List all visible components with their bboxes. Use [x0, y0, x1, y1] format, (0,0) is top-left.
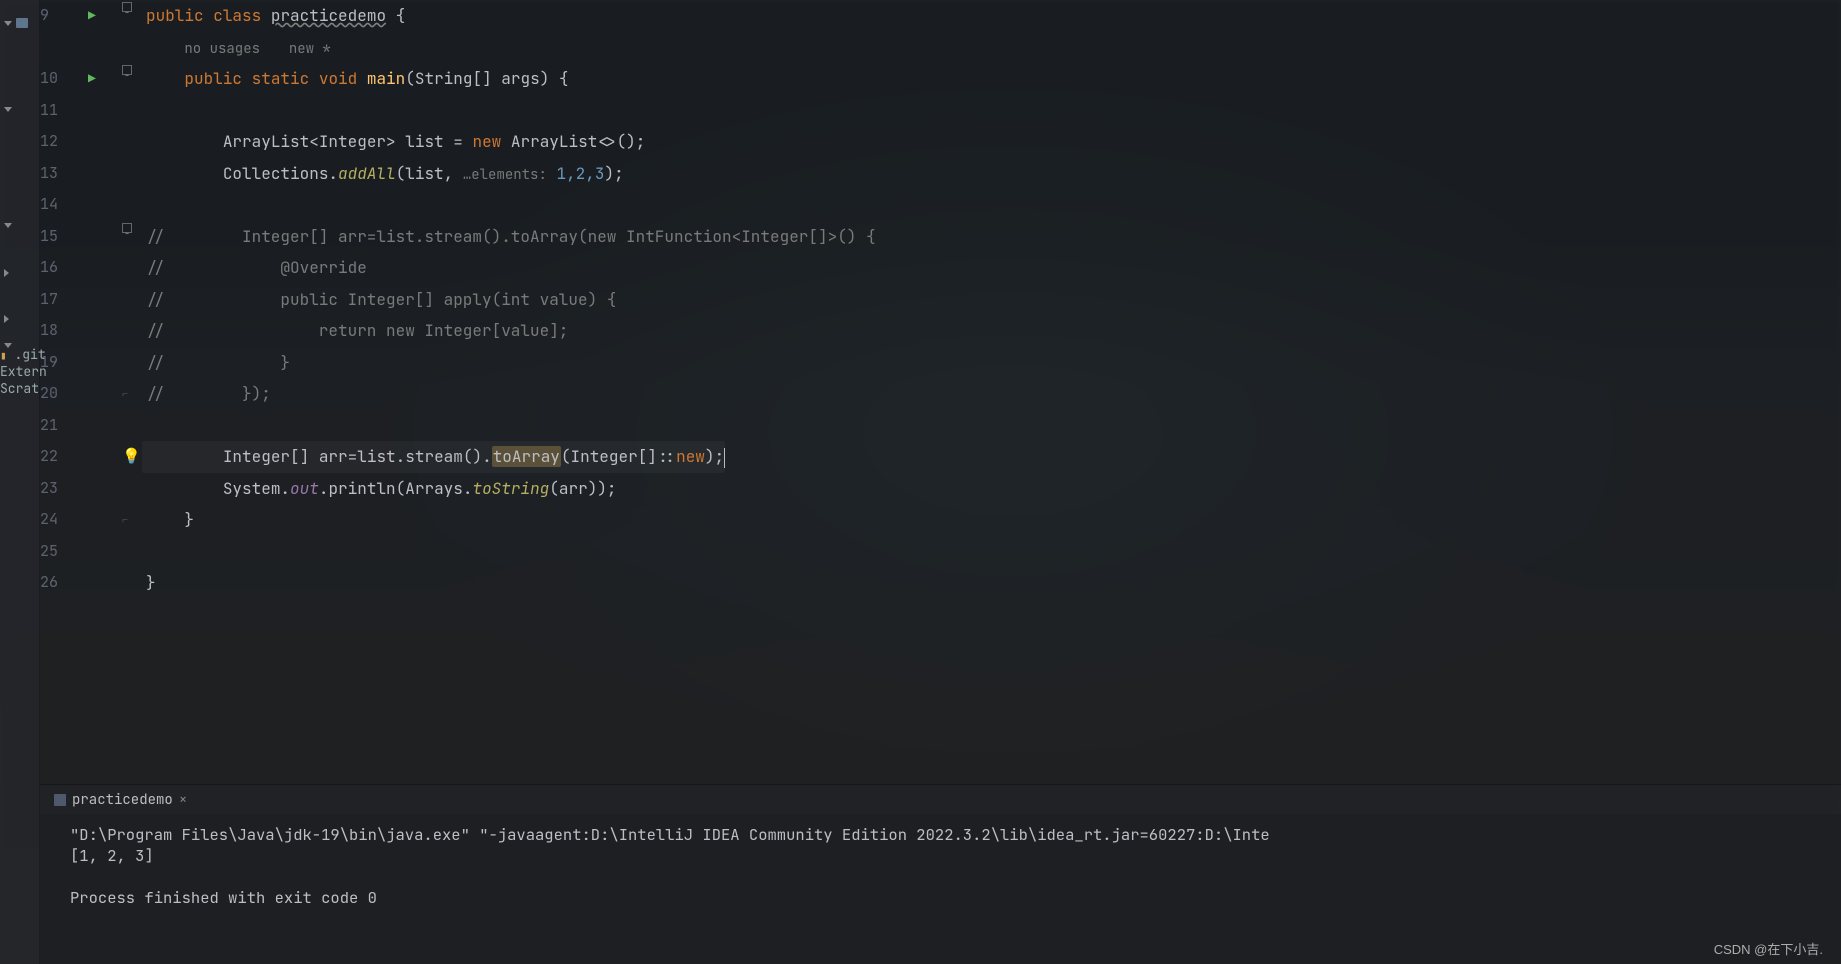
lightbulb-icon[interactable]: 💡 [122, 441, 141, 473]
chevron-down-icon [4, 21, 12, 26]
fold-icon[interactable] [122, 65, 132, 75]
tree-item[interactable] [0, 10, 39, 36]
run-console[interactable]: "D:\Program Files\Java\jdk-19\bin\java.e… [40, 814, 1841, 964]
git-icon: ▮ [0, 349, 7, 363]
console-line: Process finished with exit code 0 [70, 887, 377, 908]
run-gutter-icon[interactable]: ▶ [88, 0, 96, 32]
console-line: "D:\Program Files\Java\jdk-19\bin\java.e… [70, 824, 1270, 845]
close-icon[interactable]: × [179, 791, 187, 809]
chevron-right-icon [4, 315, 9, 323]
project-tree-sidebar[interactable]: ▮ .git Extern Scrat [0, 0, 40, 964]
code-body[interactable]: public class practicedemo { no usages ne… [142, 0, 1841, 784]
code-editor[interactable]: 9 10 11 12 13 14 15 16 17 18 19 20 21 22… [40, 0, 1841, 784]
chevron-down-icon [4, 223, 12, 228]
fold-icon[interactable] [122, 223, 132, 233]
fold-end-icon[interactable]: ⌐ [122, 378, 128, 410]
csdn-watermark: CSDN @在下小吉. [1714, 939, 1823, 958]
gutter-run-icons: ▶ ▶ [88, 0, 122, 784]
fold-icon[interactable] [122, 2, 132, 12]
chevron-down-icon [4, 107, 12, 112]
run-config-icon [54, 794, 66, 806]
run-tool-tab-bar[interactable]: practicedemo × [40, 784, 1841, 814]
fold-end-icon[interactable]: ⌐ [122, 504, 128, 536]
gutter-fold: ⌐ 💡 ⌐ [122, 0, 142, 784]
text-caret [724, 448, 725, 468]
tree-item[interactable] [0, 306, 39, 332]
tree-item[interactable] [0, 260, 39, 286]
tree-item[interactable] [0, 96, 39, 122]
run-config-tab[interactable]: practicedemo × [48, 789, 193, 811]
gutter-line-numbers: 9 10 11 12 13 14 15 16 17 18 19 20 21 22… [40, 0, 88, 784]
folder-icon [16, 18, 28, 28]
run-config-label: practicedemo [72, 791, 173, 809]
run-gutter-icon[interactable]: ▶ [88, 63, 96, 95]
console-line: [1, 2, 3] [70, 845, 154, 866]
chevron-right-icon [4, 269, 9, 277]
tree-item[interactable] [0, 212, 39, 238]
